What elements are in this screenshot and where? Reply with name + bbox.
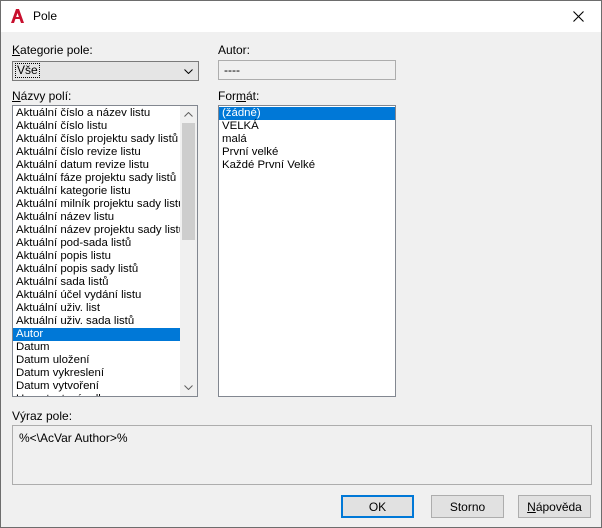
format-items: (žádné) VELKÁ malá První velké Každé První V… (219, 106, 395, 172)
list-item[interactable]: Aktuální číslo revize listu (13, 146, 197, 159)
scroll-thumb[interactable] (182, 123, 195, 240)
list-item[interactable]: Aktuální datum revize listu (13, 159, 197, 172)
list-item[interactable]: Aktuální název listu (13, 211, 197, 224)
field-names-list[interactable]: Aktuální číslo a název listu Aktuální čís… (12, 105, 198, 397)
list-item[interactable]: Aktuální pod-sada listů (13, 237, 197, 250)
field-names-scrollbar[interactable] (180, 106, 197, 396)
list-item[interactable]: Datum uložení (13, 354, 197, 367)
list-item[interactable]: Každé První Velké (219, 159, 395, 172)
field-expression-box[interactable]: %<\AcVar Author>% (12, 425, 592, 485)
close-icon (572, 11, 584, 22)
list-item[interactable]: Aktuální uživ. list (13, 302, 197, 315)
format-label-start: For (218, 89, 236, 103)
category-label: Kategorie pole: (12, 43, 93, 57)
list-item[interactable]: VELKÁ (219, 120, 395, 133)
list-item[interactable]: Aktuální kategorie listu (13, 185, 197, 198)
format-label-mnemonic: m (236, 89, 246, 103)
author-label: Autor: (218, 43, 251, 57)
list-item[interactable]: Datum vytvoření (13, 380, 197, 393)
field-names-items: Aktuální číslo a název listu Aktuální čís… (13, 106, 197, 396)
ok-button[interactable]: OK (341, 495, 414, 518)
list-item[interactable]: malá (219, 133, 395, 146)
window-title: Pole (33, 9, 58, 23)
category-label-rest: ategorie pole: (20, 43, 93, 57)
list-item[interactable]: Aktuální číslo projektu sady listů (13, 133, 197, 146)
format-list[interactable]: (žádné) VELKÁ malá První velké Každé První V… (218, 105, 396, 397)
list-item[interactable]: První velké (219, 146, 395, 159)
field-expression-value: %<\AcVar Author>% (19, 431, 128, 445)
scroll-down-icon[interactable] (180, 379, 197, 396)
list-item[interactable]: Aktuální milník projektu sady listů (13, 198, 197, 211)
list-item[interactable]: Datum (13, 341, 197, 354)
list-item[interactable]: Datum vykreslení (13, 367, 197, 380)
title-bar[interactable]: Pole (1, 1, 601, 32)
field-dialog: Pole Kategorie pole: Vše Autor: ---- Náz… (0, 0, 602, 528)
help-button-mnemonic: N (527, 499, 536, 514)
author-value: ---- (224, 63, 240, 77)
help-button[interactable]: Nápověda (518, 495, 591, 518)
list-item[interactable]: Aktuální popis sady listů (13, 263, 197, 276)
author-value-field: ---- (218, 60, 396, 80)
list-item[interactable]: Hypertextový odkaz (13, 393, 197, 396)
scroll-up-icon[interactable] (180, 106, 197, 123)
format-label-end: át: (246, 89, 260, 103)
chevron-down-icon (180, 62, 196, 80)
list-item[interactable]: Autor (13, 328, 197, 341)
field-names-label-rest: ázvy polí: (20, 89, 72, 103)
category-select[interactable]: Vše (12, 61, 199, 81)
list-item[interactable]: Aktuální fáze projektu sady listů (13, 172, 197, 185)
field-names-label: Názvy polí: (12, 89, 72, 103)
list-item[interactable]: Aktuální název projektu sady listů (13, 224, 197, 237)
list-item[interactable]: Aktuální účel vydání listu (13, 289, 197, 302)
cancel-button[interactable]: Storno (431, 495, 504, 518)
list-item[interactable]: Aktuální popis listu (13, 250, 197, 263)
help-button-rest: ápověda (535, 499, 582, 514)
list-item[interactable]: Aktuální sada listů (13, 276, 197, 289)
list-item[interactable]: Aktuální uživ. sada listů (13, 315, 197, 328)
autocad-logo-icon (11, 9, 24, 23)
close-button[interactable] (555, 1, 601, 32)
list-item[interactable]: (žádné) (219, 107, 395, 120)
list-item[interactable]: Aktuální číslo a název listu (13, 107, 197, 120)
expression-label: Výraz pole: (12, 409, 73, 423)
format-label: Formát: (218, 89, 259, 103)
list-item[interactable]: Aktuální číslo listu (13, 120, 197, 133)
category-select-value: Vše (15, 63, 40, 78)
